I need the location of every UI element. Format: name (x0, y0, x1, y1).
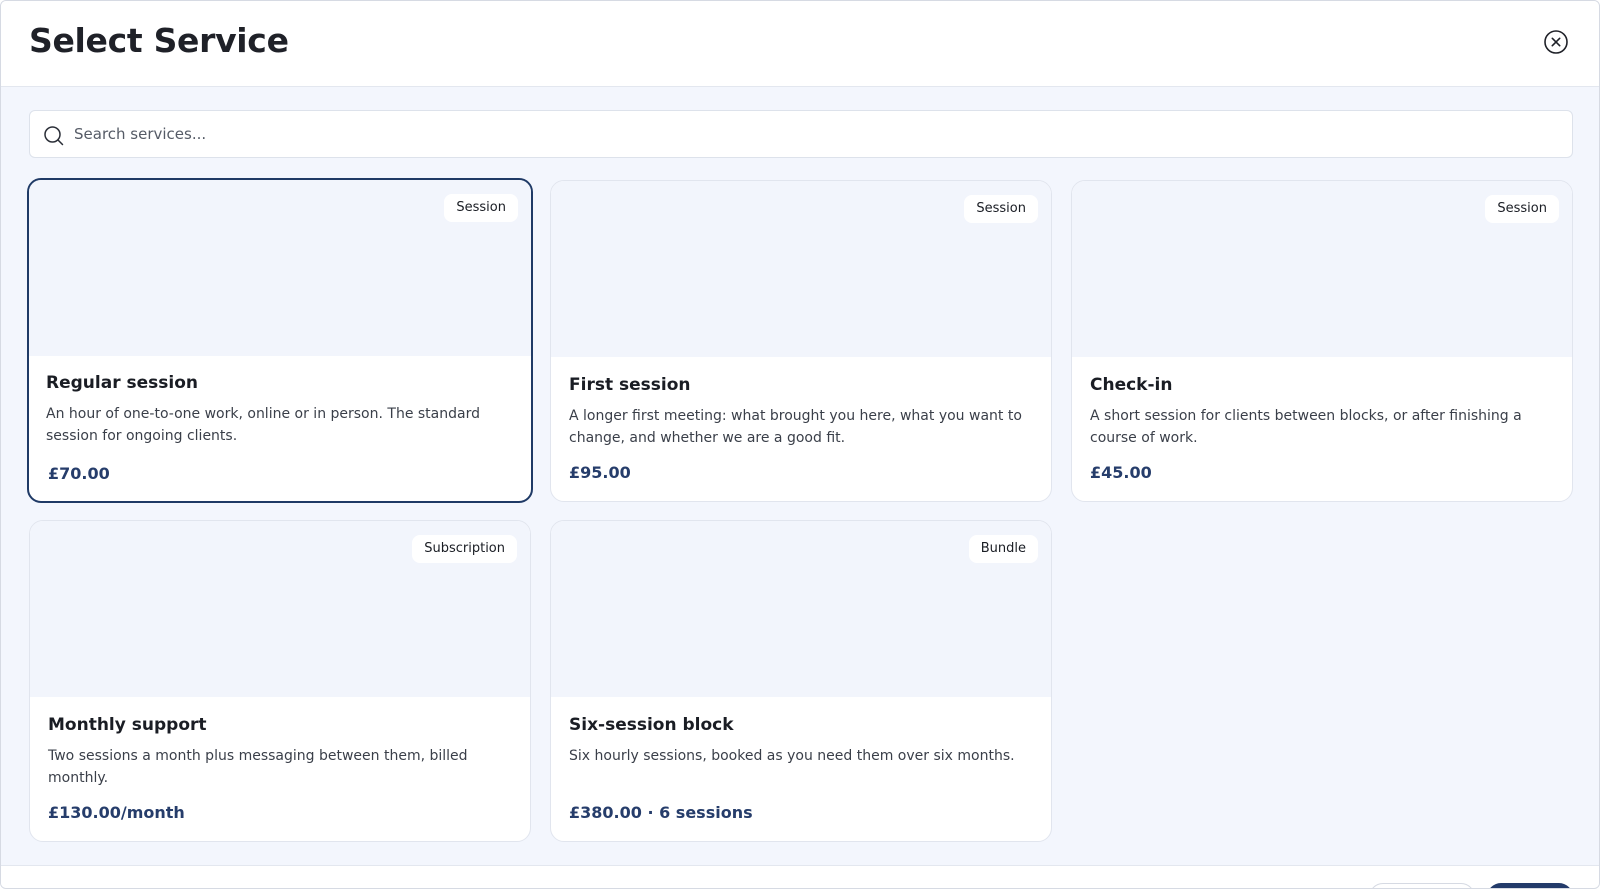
cancel-button[interactable] (1369, 883, 1475, 888)
search-box[interactable] (29, 110, 1573, 158)
card-type-badge: Session (1485, 195, 1559, 223)
search-input[interactable] (74, 111, 1554, 157)
service-card-monthly-support[interactable]: Subscription Monthly support Two session… (29, 520, 531, 842)
search-icon (44, 126, 64, 146)
close-button[interactable] (1543, 29, 1569, 55)
card-title: Regular session (46, 373, 198, 393)
service-card-first-session[interactable]: Session First session A longer first mee… (550, 180, 1052, 502)
card-description: A longer first meeting: what brought you… (569, 408, 1022, 446)
card-price: £130.00/month (48, 803, 185, 822)
card-body: First session A longer first meeting: wh… (569, 373, 1033, 449)
card-description: An hour of one-to-one work, online or in… (46, 406, 480, 444)
select-service-modal: Select Service Session Regular session A… (0, 0, 1600, 889)
card-description: A short session for clients between bloc… (1090, 408, 1522, 446)
card-title: First session (569, 375, 691, 395)
card-title: Monthly support (48, 715, 207, 735)
card-type-badge: Subscription (412, 535, 517, 563)
card-body: Six-session block Six hourly sessions, b… (569, 713, 1033, 767)
service-card-check-in[interactable]: Session Check-in A short session for cli… (1071, 180, 1573, 502)
card-description: Six hourly sessions, booked as you need … (569, 748, 1015, 764)
card-title: Check-in (1090, 375, 1173, 395)
card-price: £95.00 (569, 463, 631, 482)
card-price: £70.00 (48, 464, 110, 483)
modal-title: Select Service (29, 21, 289, 60)
card-body: Monthly support Two sessions a month plu… (48, 713, 512, 789)
card-type-badge: Bundle (968, 535, 1038, 563)
confirm-button[interactable] (1487, 883, 1573, 888)
service-card-six-session-block[interactable]: Bundle Six-session block Six hourly sess… (550, 520, 1052, 842)
card-description: Two sessions a month plus messaging betw… (48, 748, 468, 786)
card-body: Regular session An hour of one-to-one wo… (46, 371, 513, 447)
card-price: £380.00 · 6 sessions (569, 803, 753, 822)
card-body: Check-in A short session for clients bet… (1090, 373, 1554, 449)
card-type-badge: Session (964, 195, 1038, 223)
card-title: Six-session block (569, 715, 734, 735)
modal-header: Select Service (1, 1, 1599, 87)
service-card-regular-session[interactable]: Session Regular session An hour of one-t… (27, 178, 533, 503)
card-price: £45.00 (1090, 463, 1152, 482)
close-icon (1544, 30, 1568, 54)
modal-footer (1, 865, 1599, 888)
card-type-badge: Session (444, 194, 518, 222)
